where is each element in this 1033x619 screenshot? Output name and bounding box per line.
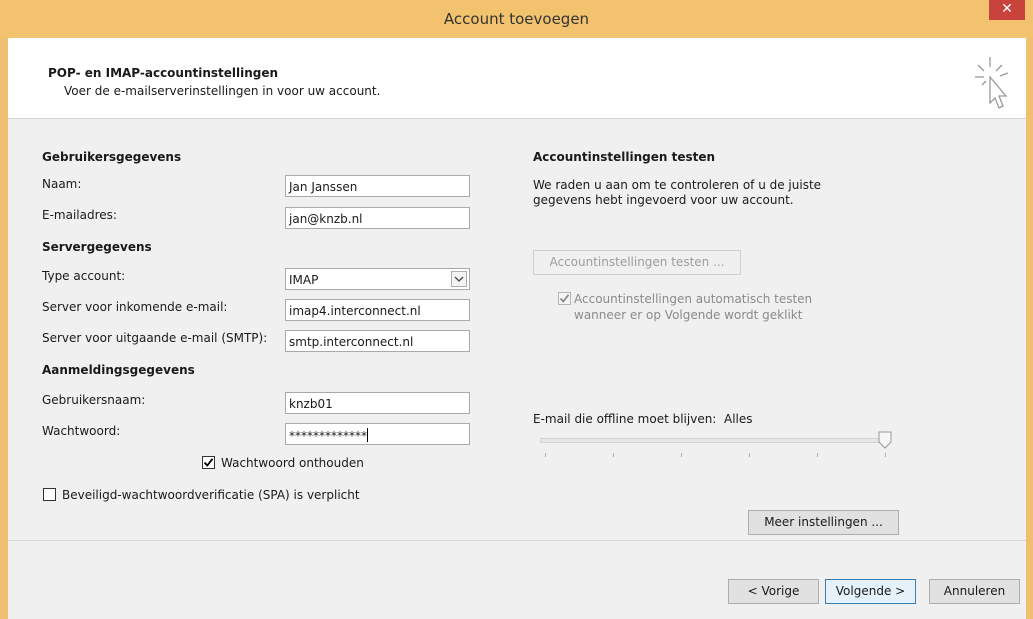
test-description-line2: gegevens hebt ingevoerd voor uw account.: [533, 193, 794, 207]
slider-tick: [817, 453, 818, 457]
incoming-server-label: Server voor inkomende e-mail:: [42, 300, 228, 314]
header-title: POP- en IMAP-accountinstellingen: [48, 66, 279, 80]
name-field[interactable]: Jan Janssen: [285, 175, 470, 197]
header-subtitle: Voer de e-mailserverinstellingen in voor…: [64, 84, 381, 98]
incoming-server-field[interactable]: imap4.interconnect.nl: [285, 299, 470, 321]
close-button[interactable]: ✕: [989, 0, 1025, 20]
account-type-select[interactable]: IMAP: [285, 268, 470, 290]
dialog-header: POP- en IMAP-accountinstellingen Voer de…: [8, 38, 1026, 119]
checkmark-icon: [203, 458, 214, 467]
offline-slider-track[interactable]: [540, 438, 887, 443]
more-settings-button[interactable]: Meer instellingen ...: [748, 510, 899, 535]
dialog-content: POP- en IMAP-accountinstellingen Voer de…: [8, 38, 1026, 619]
user-info-heading: Gebruikersgegevens: [42, 150, 182, 164]
cancel-button[interactable]: Annuleren: [929, 579, 1020, 604]
remember-password-label[interactable]: Wachtwoord onthouden: [221, 456, 364, 470]
auto-test-label-line2[interactable]: wanneer er op Volgende wordt geklikt: [574, 308, 802, 322]
outgoing-server-label: Server voor uitgaande e-mail (SMTP):: [42, 331, 268, 345]
username-field[interactable]: knzb01: [285, 392, 470, 414]
next-button[interactable]: Volgende >: [825, 579, 916, 604]
checkmark-icon: [559, 294, 570, 303]
footer-divider: [8, 540, 1026, 541]
dialog-window: Account toevoegen ✕ POP- en IMAP-account…: [0, 0, 1033, 619]
offline-value: Alles: [724, 412, 753, 426]
test-description-line1: We raden u aan om te controleren of u de…: [533, 178, 822, 192]
slider-tick: [885, 453, 886, 457]
remember-password-checkbox[interactable]: [202, 456, 215, 469]
window-title: Account toevoegen: [443, 10, 590, 28]
text-caret: [367, 428, 368, 442]
test-settings-button[interactable]: Accountinstellingen testen ...: [533, 250, 741, 275]
slider-tick: [749, 453, 750, 457]
name-label: Naam:: [42, 177, 82, 191]
slider-tick: [681, 453, 682, 457]
account-type-label: Type account:: [42, 269, 126, 283]
auto-test-label-line1[interactable]: Accountinstellingen automatisch testen: [574, 292, 812, 306]
cursor-click-icon: [975, 57, 1009, 109]
account-type-value: IMAP: [289, 273, 319, 287]
slider-tick: [545, 453, 546, 457]
password-mask: *************: [289, 429, 367, 443]
slider-tick: [613, 453, 614, 457]
login-info-heading: Aanmeldingsgegevens: [42, 363, 195, 377]
offline-label: E-mail die offline moet blijven: Alles: [533, 412, 753, 426]
title-bar: Account toevoegen ✕: [0, 0, 1033, 38]
email-label: E-mailadres:: [42, 208, 117, 222]
back-button[interactable]: < Vorige: [728, 579, 819, 604]
test-heading: Accountinstellingen testen: [533, 150, 716, 164]
email-field[interactable]: jan@knzb.nl: [285, 207, 470, 229]
offline-label-text: E-mail die offline moet blijven:: [533, 412, 717, 426]
server-info-heading: Servergegevens: [42, 240, 152, 254]
auto-test-checkbox[interactable]: [558, 292, 571, 305]
password-field[interactable]: *************: [285, 423, 470, 445]
chevron-down-icon[interactable]: [451, 271, 467, 287]
password-label: Wachtwoord:: [42, 424, 121, 438]
username-label: Gebruikersnaam:: [42, 393, 146, 407]
outgoing-server-field[interactable]: smtp.interconnect.nl: [285, 330, 470, 352]
spa-label[interactable]: Beveiligd-wachtwoordverificatie (SPA) is…: [62, 488, 360, 502]
spa-checkbox[interactable]: [43, 488, 56, 501]
offline-slider-thumb[interactable]: [878, 431, 892, 449]
